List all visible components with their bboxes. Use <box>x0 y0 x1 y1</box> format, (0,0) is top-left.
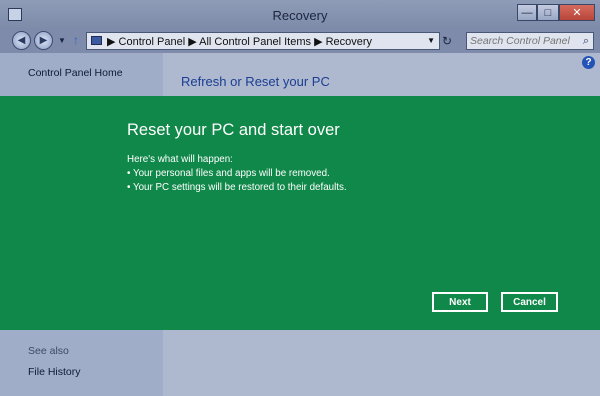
control-panel-icon <box>91 36 102 45</box>
up-arrow-icon[interactable]: ↑ <box>73 33 79 47</box>
next-button[interactable]: Next <box>432 292 488 312</box>
address-bar[interactable]: ▶ Control Panel ▶ All Control Panel Item… <box>86 32 440 50</box>
dialog-bullet-settings: • Your PC settings will be restored to t… <box>127 182 347 193</box>
search-input[interactable] <box>470 34 570 48</box>
dialog-intro: Here's what will happen: <box>127 154 233 165</box>
search-box[interactable]: ⌕ <box>466 32 594 50</box>
recent-pages-dropdown-icon[interactable]: ▼ <box>58 36 66 45</box>
close-button[interactable]: ✕ <box>559 4 595 21</box>
forward-arrow-icon[interactable]: ▶ <box>34 31 53 50</box>
control-panel-home-link[interactable]: Control Panel Home <box>28 67 123 79</box>
address-dropdown-icon[interactable]: ▼ <box>427 36 435 45</box>
cancel-button[interactable]: Cancel <box>501 292 558 312</box>
file-history-link[interactable]: File History <box>28 366 81 378</box>
search-icon[interactable]: ⌕ <box>583 35 589 48</box>
navigation-bar: ◀ ▶ ▼ ↑ ▶ Control Panel ▶ All Control Pa… <box>0 30 600 53</box>
minimize-button[interactable]: — <box>517 4 537 21</box>
window-title: Recovery <box>272 8 328 23</box>
page-title: Refresh or Reset your PC <box>181 74 330 89</box>
dialog-heading: Reset your PC and start over <box>127 121 340 139</box>
dialog-bullet-files: • Your personal files and apps will be r… <box>127 168 330 179</box>
see-also-heading: See also <box>28 345 69 357</box>
maximize-button[interactable]: □ <box>537 4 559 21</box>
title-bar: Recovery — □ ✕ <box>0 0 600 30</box>
back-arrow-icon[interactable]: ◀ <box>12 31 31 50</box>
help-icon[interactable]: ? <box>582 56 595 69</box>
reset-pc-dialog: Reset your PC and start over Here's what… <box>0 96 600 330</box>
breadcrumb[interactable]: ▶ Control Panel ▶ All Control Panel Item… <box>107 35 372 48</box>
refresh-icon[interactable]: ↻ <box>442 34 452 48</box>
